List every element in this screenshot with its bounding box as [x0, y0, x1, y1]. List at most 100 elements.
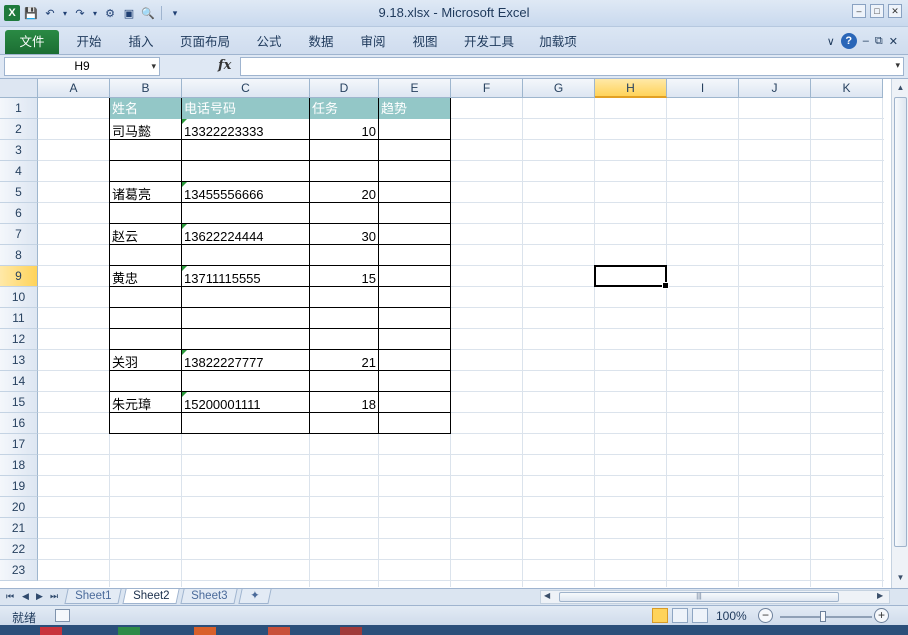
restore-icon[interactable]: □ [870, 4, 884, 18]
row-header-13[interactable]: 13 [0, 350, 38, 371]
taskbar-app-icon[interactable] [118, 627, 140, 635]
row-header-20[interactable]: 20 [0, 497, 38, 518]
column-header-g[interactable]: G [523, 79, 595, 98]
tab-developer[interactable]: 开发工具 [456, 30, 522, 54]
row-header-23[interactable]: 23 [0, 560, 38, 581]
table-header-cell[interactable]: 任务 [310, 98, 378, 119]
table-cell-name[interactable]: 赵云 [110, 224, 181, 245]
name-box[interactable]: H9 ▾ [4, 57, 160, 76]
insert-sheet-icon[interactable]: ✦ [238, 589, 272, 604]
row-header-16[interactable]: 16 [0, 413, 38, 434]
tab-page-layout[interactable]: 页面布局 [170, 30, 240, 54]
horizontal-scrollbar[interactable]: ◀ ||| ▶ [540, 590, 890, 604]
macro-record-icon[interactable] [55, 609, 70, 622]
page-break-view-icon[interactable] [692, 608, 708, 623]
row-header-19[interactable]: 19 [0, 476, 38, 497]
table-cell-task[interactable]: 15 [310, 266, 378, 287]
row-header-10[interactable]: 10 [0, 287, 38, 308]
column-header-e[interactable]: E [379, 79, 451, 98]
horizontal-scroll-thumb[interactable]: ||| [559, 592, 839, 602]
row-header-1[interactable]: 1 [0, 98, 38, 119]
row-header-9[interactable]: 9 [0, 266, 38, 287]
row-header-6[interactable]: 6 [0, 203, 38, 224]
row-header-2[interactable]: 2 [0, 119, 38, 140]
table-cell-phone[interactable]: 13711115555 [182, 266, 309, 287]
table-cell-task[interactable]: 20 [310, 182, 378, 203]
row-header-3[interactable]: 3 [0, 140, 38, 161]
table-cell-name[interactable]: 司马懿 [110, 119, 181, 140]
row-header-7[interactable]: 7 [0, 224, 38, 245]
scroll-left-icon[interactable]: ◀ [544, 591, 550, 600]
row-header-4[interactable]: 4 [0, 161, 38, 182]
taskbar-app-icon[interactable] [40, 627, 62, 635]
table-cell-name[interactable]: 关羽 [110, 350, 181, 371]
table-cell-name[interactable]: 朱元璋 [110, 392, 181, 413]
taskbar-app-icon[interactable] [340, 627, 362, 635]
table-header-cell[interactable]: 趋势 [379, 98, 450, 119]
tab-home[interactable]: 开始 [64, 30, 114, 54]
row-header-11[interactable]: 11 [0, 308, 38, 329]
table-header-cell[interactable]: 姓名 [110, 98, 181, 119]
column-header-a[interactable]: A [38, 79, 110, 98]
prev-sheet-icon[interactable]: ◀ [22, 591, 29, 602]
column-header-d[interactable]: D [310, 79, 379, 98]
row-header-15[interactable]: 15 [0, 392, 38, 413]
tab-formulas[interactable]: 公式 [246, 30, 292, 54]
column-header-f[interactable]: F [451, 79, 523, 98]
close-icon[interactable]: ✕ [888, 4, 902, 18]
column-header-j[interactable]: J [739, 79, 811, 98]
table-cell-task[interactable]: 10 [310, 119, 378, 140]
table-cell-name[interactable]: 诸葛亮 [110, 182, 181, 203]
vertical-scrollbar[interactable]: ▲ ▼ [891, 79, 908, 588]
column-header-b[interactable]: B [110, 79, 182, 98]
page-layout-view-icon[interactable] [672, 608, 688, 623]
normal-view-icon[interactable] [652, 608, 668, 623]
table-cell-phone[interactable]: 15200001111 [182, 392, 309, 413]
help-icon[interactable]: ? [840, 33, 857, 49]
row-header-8[interactable]: 8 [0, 245, 38, 266]
table-cell-name[interactable]: 黄忠 [110, 266, 181, 287]
row-header-14[interactable]: 14 [0, 371, 38, 392]
row-header-18[interactable]: 18 [0, 455, 38, 476]
next-sheet-icon[interactable]: ▶ [36, 591, 43, 602]
table-cell-task[interactable]: 21 [310, 350, 378, 371]
scroll-down-icon[interactable]: ▼ [894, 571, 907, 585]
column-header-h[interactable]: H [595, 79, 667, 98]
tab-data[interactable]: 数据 [298, 30, 344, 54]
tab-addins[interactable]: 加载项 [530, 30, 586, 54]
table-cell-phone[interactable]: 13822227777 [182, 350, 309, 371]
worksheet-grid[interactable]: A B C D E F G H I J K 1 2 3 4 5 6 7 8 9 10 11 12 13 14 15 16 17 18 19… [0, 79, 908, 588]
minimize-icon[interactable]: ‒ [852, 4, 866, 18]
scroll-up-icon[interactable]: ▲ [894, 81, 907, 95]
zoom-slider[interactable] [780, 611, 872, 622]
table-cell-phone[interactable]: 13455556666 [182, 182, 309, 203]
row-header-17[interactable]: 17 [0, 434, 38, 455]
sheet-tab-sheet1[interactable]: Sheet1 [64, 589, 122, 604]
vertical-scroll-thumb[interactable] [894, 97, 907, 547]
zoom-in-button[interactable]: + [874, 608, 889, 623]
formula-input[interactable]: ▾ [240, 57, 904, 76]
taskbar-app-icon[interactable] [268, 627, 290, 635]
insert-function-icon[interactable]: fx [218, 58, 231, 73]
taskbar-app-icon[interactable] [194, 627, 216, 635]
row-header-21[interactable]: 21 [0, 518, 38, 539]
tab-review[interactable]: 审阅 [350, 30, 396, 54]
table-cell-phone[interactable]: 13322223333 [182, 119, 309, 140]
select-all-corner[interactable] [0, 79, 38, 98]
collapse-ribbon-icon[interactable]: ∨ [827, 35, 835, 48]
expand-formula-bar-icon[interactable]: ▾ [895, 60, 900, 71]
zoom-slider-knob[interactable] [820, 611, 826, 622]
sheet-tab-sheet2[interactable]: Sheet2 [122, 589, 180, 604]
table-cell-task[interactable]: 30 [310, 224, 378, 245]
tab-view[interactable]: 视图 [402, 30, 448, 54]
first-sheet-icon[interactable]: ⏮ [6, 591, 14, 602]
table-header-cell[interactable]: 电话号码 [182, 98, 309, 119]
workbook-restore-icon[interactable]: ⧉ [875, 35, 883, 48]
table-cell-task[interactable]: 18 [310, 392, 378, 413]
column-header-c[interactable]: C [182, 79, 310, 98]
column-header-i[interactable]: I [667, 79, 739, 98]
row-header-22[interactable]: 22 [0, 539, 38, 560]
tab-insert[interactable]: 插入 [116, 30, 166, 54]
zoom-out-button[interactable]: − [758, 608, 773, 623]
tab-file[interactable]: 文件 [5, 30, 59, 54]
